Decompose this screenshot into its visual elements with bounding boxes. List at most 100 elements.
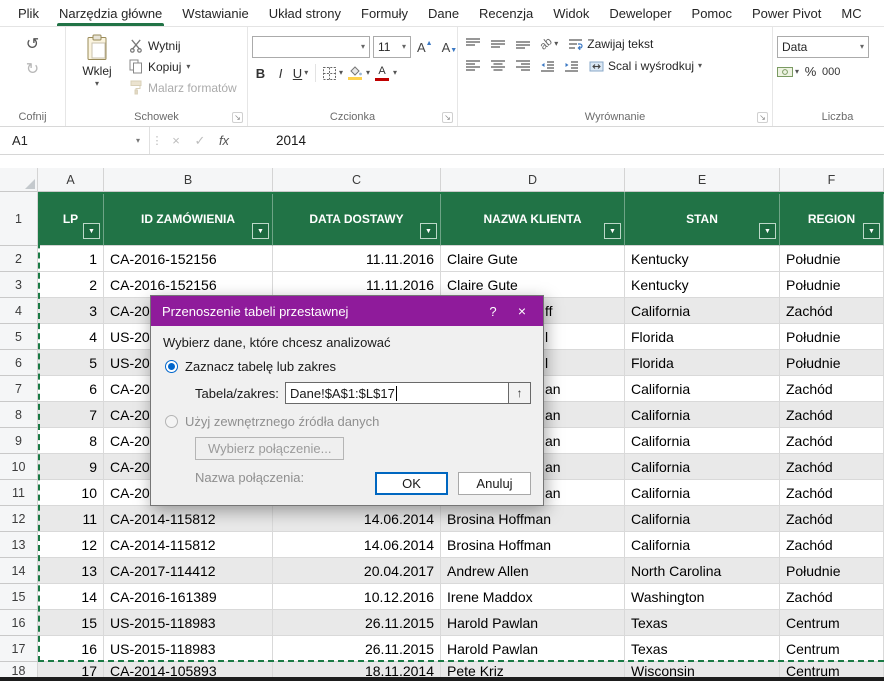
select-all-corner[interactable]: [0, 168, 38, 192]
cell-E10[interactable]: California: [625, 454, 780, 480]
cell-E6[interactable]: Florida: [625, 350, 780, 376]
cell-F7[interactable]: Zachód: [780, 376, 884, 402]
cell-A13[interactable]: 12: [38, 532, 104, 558]
cell-A16[interactable]: 15: [38, 610, 104, 636]
align-bottom-button[interactable]: [512, 36, 534, 52]
copy-button[interactable]: Kopiuj ▾: [129, 59, 237, 74]
cell-F10[interactable]: Zachód: [780, 454, 884, 480]
row-header-1[interactable]: 1: [0, 192, 38, 246]
increase-indent-button[interactable]: [561, 59, 582, 74]
cell-C17[interactable]: 26.11.2015: [273, 636, 441, 662]
cell-A2[interactable]: 1: [38, 246, 104, 272]
column-header-e[interactable]: E: [625, 168, 780, 192]
cell-F15[interactable]: Zachód: [780, 584, 884, 610]
cell-E4[interactable]: California: [625, 298, 780, 324]
range-picker-button[interactable]: ↑: [509, 382, 531, 404]
cell-A7[interactable]: 6: [38, 376, 104, 402]
merge-center-button[interactable]: Scal i wyśrodkuj ▾: [585, 59, 706, 73]
row-header-2[interactable]: 2: [0, 246, 38, 272]
cell-F9[interactable]: Zachód: [780, 428, 884, 454]
cell-D16[interactable]: Harold Pawlan: [441, 610, 625, 636]
radio-select-table[interactable]: [165, 360, 178, 373]
row-header-15[interactable]: 15: [0, 584, 38, 610]
row-header-12[interactable]: 12: [0, 506, 38, 532]
cell-E14[interactable]: North Carolina: [625, 558, 780, 584]
tab-mc[interactable]: MC: [831, 0, 871, 26]
increase-font-button[interactable]: A▲: [414, 40, 436, 55]
cell-E3[interactable]: Kentucky: [625, 272, 780, 298]
wrap-text-button[interactable]: Zawijaj tekst: [564, 37, 657, 51]
row-header-8[interactable]: 8: [0, 402, 38, 428]
column-header-f[interactable]: F: [780, 168, 884, 192]
italic-button[interactable]: I: [272, 66, 289, 81]
cell-F3[interactable]: Południe: [780, 272, 884, 298]
row-header-11[interactable]: 11: [0, 480, 38, 506]
cell-A14[interactable]: 13: [38, 558, 104, 584]
font-name-combo[interactable]: ▾: [252, 36, 370, 58]
table-header-cell-f[interactable]: REGION▼: [780, 192, 884, 246]
format-painter-button[interactable]: Malarz formatów: [129, 80, 237, 95]
bold-button[interactable]: B: [252, 66, 269, 81]
enter-entry-button[interactable]: ✓: [188, 127, 212, 154]
filter-button[interactable]: ▼: [863, 223, 880, 239]
cell-E9[interactable]: California: [625, 428, 780, 454]
table-header-cell-a[interactable]: LP▼: [38, 192, 104, 246]
formula-bar-input[interactable]: 2014: [236, 127, 884, 154]
table-header-cell-c[interactable]: DATA DOSTAWY▼: [273, 192, 441, 246]
cell-A11[interactable]: 10: [38, 480, 104, 506]
cell-F8[interactable]: Zachód: [780, 402, 884, 428]
filter-button[interactable]: ▼: [604, 223, 621, 239]
row-header-4[interactable]: 4: [0, 298, 38, 324]
cell-A12[interactable]: 11: [38, 506, 104, 532]
close-button[interactable]: ×: [507, 303, 537, 319]
borders-button[interactable]: ▾: [322, 66, 343, 81]
decrease-indent-button[interactable]: [537, 59, 558, 74]
tab-dane[interactable]: Dane: [418, 0, 469, 26]
cell-E15[interactable]: Washington: [625, 584, 780, 610]
tab-uk-ad-strony[interactable]: Układ strony: [259, 0, 351, 26]
font-color-button[interactable]: A ▾: [373, 66, 397, 81]
cell-B16[interactable]: US-2015-118983: [104, 610, 273, 636]
align-right-button[interactable]: [512, 58, 534, 74]
cell-B17[interactable]: US-2015-118983: [104, 636, 273, 662]
filter-button[interactable]: ▼: [252, 223, 269, 239]
cell-E13[interactable]: California: [625, 532, 780, 558]
row-header-3[interactable]: 3: [0, 272, 38, 298]
percent-style-button[interactable]: %: [802, 64, 819, 79]
choose-connection-button[interactable]: Wybierz połączenie...: [195, 437, 344, 460]
tab-narz-dzia-g-wne[interactable]: Narzędzia główne: [49, 0, 172, 26]
cell-E7[interactable]: California: [625, 376, 780, 402]
comma-style-button[interactable]: 000: [822, 66, 840, 78]
font-dialog-launcher[interactable]: ↘: [442, 112, 453, 123]
cell-A4[interactable]: 3: [38, 298, 104, 324]
cell-A10[interactable]: 9: [38, 454, 104, 480]
tab-recenzja[interactable]: Recenzja: [469, 0, 543, 26]
cell-F11[interactable]: Zachód: [780, 480, 884, 506]
tab-widok[interactable]: Widok: [543, 0, 599, 26]
cell-E11[interactable]: California: [625, 480, 780, 506]
number-format-combo[interactable]: Data ▾: [777, 36, 869, 58]
cell-F17[interactable]: Centrum: [780, 636, 884, 662]
cell-C16[interactable]: 26.11.2015: [273, 610, 441, 636]
filter-button[interactable]: ▼: [83, 223, 100, 239]
cell-B2[interactable]: CA-2016-152156: [104, 246, 273, 272]
align-left-button[interactable]: [462, 58, 484, 74]
cell-C2[interactable]: 11.11.2016: [273, 246, 441, 272]
cell-F12[interactable]: Zachód: [780, 506, 884, 532]
filter-button[interactable]: ▼: [420, 223, 437, 239]
cell-F13[interactable]: Zachód: [780, 532, 884, 558]
cell-C14[interactable]: 20.04.2017: [273, 558, 441, 584]
row-header-17[interactable]: 17: [0, 636, 38, 662]
align-middle-button[interactable]: [487, 36, 509, 52]
radio-external-source[interactable]: [165, 415, 178, 428]
orientation-button[interactable]: ab ▾: [537, 37, 561, 51]
font-size-combo[interactable]: 11 ▾: [373, 36, 411, 58]
cell-E5[interactable]: Florida: [625, 324, 780, 350]
row-header-10[interactable]: 10: [0, 454, 38, 480]
cell-A15[interactable]: 14: [38, 584, 104, 610]
tab-plik[interactable]: Plik: [8, 0, 49, 26]
row-header-14[interactable]: 14: [0, 558, 38, 584]
cell-A17[interactable]: 16: [38, 636, 104, 662]
cell-D15[interactable]: Irene Maddox: [441, 584, 625, 610]
cancel-button[interactable]: Anuluj: [458, 472, 531, 495]
